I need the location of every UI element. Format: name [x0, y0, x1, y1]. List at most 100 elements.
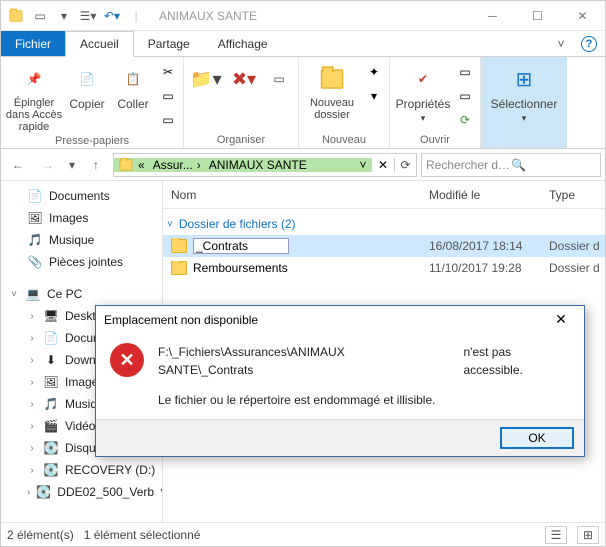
address-seg-1[interactable]: Assur... › — [149, 158, 205, 172]
chevron-down-icon: ▾ — [522, 113, 527, 124]
tree-documents[interactable]: 📄Documents — [1, 185, 162, 207]
history-icon[interactable]: ⟳ — [454, 109, 476, 131]
tab-home[interactable]: Accueil — [65, 31, 134, 57]
paste-label: Coller — [117, 97, 148, 111]
newitem-icon[interactable]: ✦ — [363, 61, 385, 83]
chevron-down-icon: ˅ — [167, 219, 173, 230]
qat-properties-icon[interactable]: ▭ — [29, 5, 51, 27]
copyto-button[interactable]: ✖▾ — [226, 59, 262, 95]
error-dialog: Emplacement non disponible ✕ ✕ F:\_Fichi… — [95, 305, 585, 457]
select-icon: ⊞ — [508, 63, 540, 95]
group-header-label: Dossier de fichiers (2) — [179, 217, 296, 231]
copyto-icon: ✖▾ — [228, 63, 260, 95]
paste-button[interactable]: 📋 Coller — [111, 59, 155, 111]
col-name[interactable]: Nom — [163, 188, 421, 202]
rename-button[interactable]: ▭ — [264, 59, 294, 95]
item-modified: 16/08/2017 18:14 — [421, 239, 541, 253]
status-count: 2 élément(s) — [7, 528, 74, 542]
address-root-icon[interactable]: « — [114, 158, 149, 172]
recent-button[interactable]: ▾ — [65, 152, 79, 178]
status-selection: 1 élément sélectionné — [84, 528, 201, 542]
newfolder-button[interactable]: Nouveau dossier — [303, 59, 361, 121]
tree-recovery[interactable]: ›💽RECOVERY (D:) — [1, 459, 162, 481]
item-name: _Contrats — [193, 238, 289, 254]
help-icon[interactable]: ? — [581, 36, 597, 52]
group-new-label: Nouveau — [303, 132, 385, 148]
title-bar: ▭ ▾ ☰▾ ↶▾ | ANIMAUX SANTE ─ ☐ ✕ — [1, 1, 605, 31]
qat-customize-icon[interactable]: ☰▾ — [77, 5, 99, 27]
up-button[interactable]: ↑ — [83, 152, 109, 178]
newfolder-label: Nouveau dossier — [303, 97, 361, 121]
select-label: Sélectionner — [491, 97, 558, 111]
properties-label: Propriétés — [396, 97, 451, 111]
tree-images[interactable]: 🖼Images — [1, 207, 162, 229]
dialog-titlebar[interactable]: Emplacement non disponible ✕ — [96, 306, 584, 333]
qat-separator: | — [125, 5, 147, 27]
ribbon-expand-icon[interactable]: ˅ — [549, 31, 573, 56]
status-bar: 2 élément(s) 1 élément sélectionné ☰ ⊞ — [1, 522, 605, 546]
group-open: ✔ Propriétés ▾ ▭ ▭ ⟳ Ouvrir — [390, 57, 481, 148]
address-dropdown-icon[interactable]: ˅ — [354, 158, 372, 172]
group-clipboard-label: Presse-papiers — [5, 133, 179, 149]
pin-icon: 📌 — [18, 63, 50, 95]
item-type: Dossier d — [541, 239, 605, 253]
select-button[interactable]: ⊞ Sélectionner ▾ — [485, 59, 563, 124]
properties-icon: ✔ — [407, 63, 439, 95]
minimize-button[interactable]: ─ — [470, 1, 515, 31]
tab-share[interactable]: Partage — [134, 31, 204, 56]
maximize-button[interactable]: ☐ — [515, 1, 560, 31]
file-explorer-icon[interactable] — [5, 5, 27, 27]
quick-access-toolbar: ▭ ▾ ☰▾ ↶▾ | — [1, 5, 151, 27]
open-icon[interactable]: ▭ — [454, 61, 476, 83]
edit-icon[interactable]: ▭ — [454, 85, 476, 107]
tab-view[interactable]: Affichage — [204, 31, 282, 56]
newfolder-icon — [316, 63, 348, 95]
list-item[interactable]: _Contrats 16/08/2017 18:14 Dossier d — [163, 235, 605, 257]
group-new: Nouveau dossier ✦ ▾ Nouveau — [299, 57, 390, 148]
group-open-label: Ouvrir — [394, 132, 476, 148]
search-placeholder: Rechercher dans : ANIMAUX ... — [426, 158, 511, 172]
list-item[interactable]: Remboursements 11/10/2017 19:28 Dossier … — [163, 257, 605, 279]
ribbon: 📌 Épingler dans Accès rapide 📄 Copier 📋 … — [1, 57, 605, 149]
group-header[interactable]: ˅ Dossier de fichiers (2) — [163, 209, 605, 235]
address-bar[interactable]: « Assur... › ANIMAUX SANTE ˅ ✕ ⟳ — [113, 153, 417, 177]
properties-button[interactable]: ✔ Propriétés ▾ — [394, 59, 452, 124]
close-button[interactable]: ✕ — [560, 1, 605, 31]
moveto-button[interactable]: 📁▾ — [188, 59, 224, 95]
item-modified: 11/10/2017 19:28 — [421, 261, 541, 275]
pasteshortcut-icon[interactable]: ▭ — [157, 109, 179, 131]
tree-dde[interactable]: ›💽DDE02_500_Verb˅ — [1, 481, 162, 503]
ok-button[interactable]: OK — [500, 427, 574, 449]
pin-button[interactable]: 📌 Épingler dans Accès rapide — [5, 59, 63, 133]
address-clear-icon[interactable]: ✕ — [372, 158, 394, 172]
tab-file[interactable]: Fichier — [1, 31, 65, 56]
error-icon: ✕ — [110, 343, 144, 377]
dialog-close-icon[interactable]: ✕ — [546, 311, 576, 328]
qat-undo-icon[interactable]: ↶▾ — [101, 5, 123, 27]
forward-button[interactable]: → — [35, 152, 61, 178]
view-details-icon[interactable]: ☰ — [545, 526, 567, 544]
cut-icon[interactable]: ✂ — [157, 61, 179, 83]
group-select: ⊞ Sélectionner ▾ — [481, 57, 567, 148]
dialog-message: F:\_Fichiers\Assurances\ANIMAUX SANTE\_C… — [158, 343, 570, 409]
address-seg-2[interactable]: ANIMAUX SANTE — [205, 158, 354, 172]
copy-icon: 📄 — [71, 63, 103, 95]
column-headers[interactable]: Nom Modifié le Type — [163, 181, 605, 209]
window-title: ANIMAUX SANTE — [151, 9, 470, 23]
tree-attachments[interactable]: 📎Pièces jointes — [1, 251, 162, 273]
chevron-down-icon: ▾ — [421, 113, 426, 124]
copypath-icon[interactable]: ▭ — [157, 85, 179, 107]
copy-label: Copier — [69, 97, 104, 111]
search-input[interactable]: Rechercher dans : ANIMAUX ... 🔍 — [421, 153, 601, 177]
easyaccess-icon[interactable]: ▾ — [363, 85, 385, 107]
tree-music[interactable]: 🎵Musique — [1, 229, 162, 251]
copy-button[interactable]: 📄 Copier — [65, 59, 109, 111]
view-large-icon[interactable]: ⊞ — [577, 526, 599, 544]
col-type[interactable]: Type — [541, 188, 605, 202]
tree-thispc[interactable]: ˅💻Ce PC — [1, 283, 162, 305]
refresh-icon[interactable]: ⟳ — [394, 158, 416, 172]
back-button[interactable]: ← — [5, 152, 31, 178]
qat-newfolder-icon[interactable]: ▾ — [53, 5, 75, 27]
col-modified[interactable]: Modifié le — [421, 188, 541, 202]
folder-icon — [171, 261, 187, 275]
